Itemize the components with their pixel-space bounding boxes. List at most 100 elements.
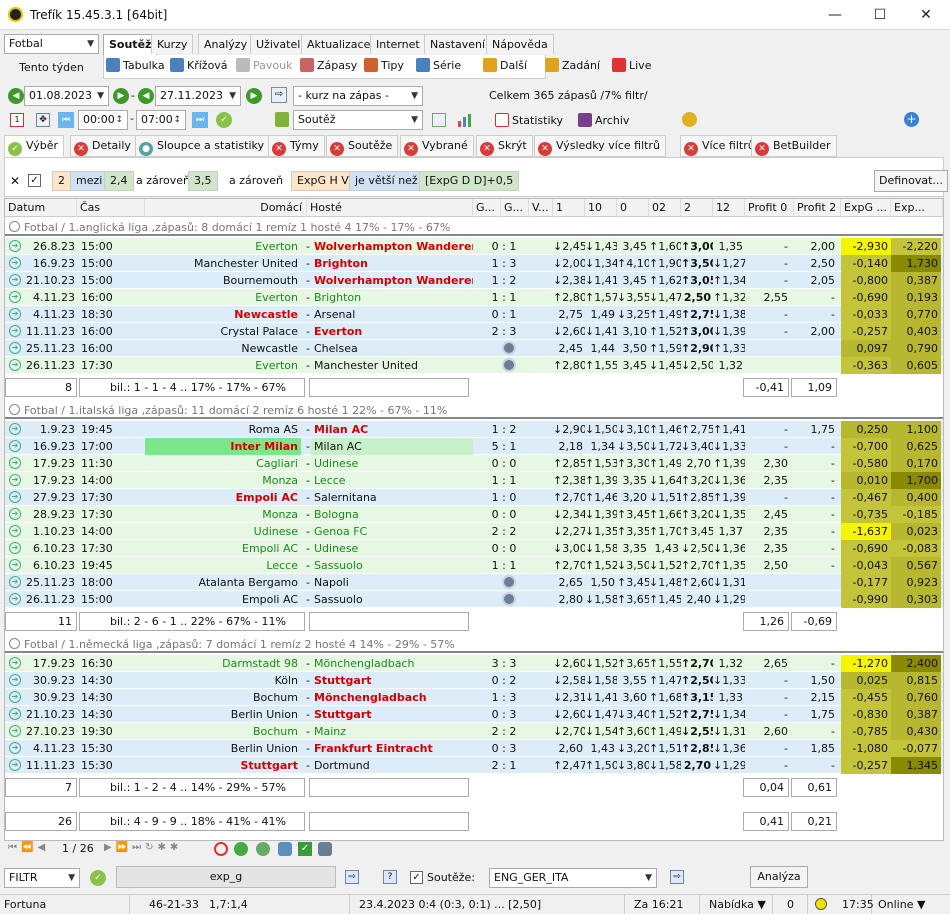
row-open-icon[interactable]: ➔ — [9, 559, 21, 571]
row-open-icon[interactable]: ➔ — [9, 342, 21, 354]
filter-value-i[interactable]: [ExpG D D]+0,5 — [419, 171, 520, 191]
filter-tab-6[interactable]: ✕ Skrýt — [476, 135, 533, 157]
column-header-13[interactable]: Profit 0 — [745, 199, 794, 217]
row-open-icon[interactable]: ➔ — [9, 457, 21, 469]
match-row[interactable]: ➔ 30.9.23 14:30 Bochum - Mönchengladbach 1 : 3… — [5, 689, 943, 706]
filter-tab-9[interactable]: ✕ BetBuilder — [751, 135, 837, 157]
filter-tab-0[interactable]: ✓ Výběr — [4, 135, 65, 157]
competitions-apply-icon[interactable]: ⇨ — [670, 870, 684, 884]
filter-select[interactable]: FILTR ▼ — [4, 868, 80, 888]
stop-icon[interactable] — [214, 842, 228, 856]
date-forward-icon[interactable]: ▶ — [113, 88, 129, 104]
row-open-icon[interactable]: ➔ — [9, 657, 21, 669]
toolbar-2-button[interactable]: Pavouk — [236, 57, 292, 75]
match-row[interactable]: ➔ 26.11.23 15:00 Empoli AC - Sassuolo 2,80 ↓1,5… — [5, 591, 943, 608]
match-row[interactable]: ➔ 4.11.23 18:30 Newcastle - Arsenal 0 : 1 2,75 1… — [5, 306, 943, 323]
move-icon[interactable]: ✥ — [36, 113, 50, 127]
clear-filter-icon[interactable]: ✕ — [10, 174, 20, 188]
confirm-icon[interactable]: ✓ — [216, 112, 232, 128]
filter-name-field[interactable]: exp_g — [116, 866, 336, 888]
date-back-icon[interactable]: ◀ — [8, 88, 24, 104]
date-to-forward-icon[interactable]: ▶ — [246, 88, 262, 104]
tab-7[interactable]: Nápověda — [486, 34, 554, 54]
column-header-2[interactable]: Domácí — [145, 199, 307, 217]
time-to-input[interactable]: 07:00 ↕ — [136, 110, 186, 130]
column-header-12[interactable]: 12 — [713, 199, 745, 217]
match-row[interactable]: ➔ 17.9.23 11:30 Cagliari - Udinese 0 : 0 ↑2,85 ↑… — [5, 455, 943, 472]
filter-tab-4[interactable]: ✕ Soutěže — [326, 135, 399, 157]
tab-6[interactable]: Nastavení — [424, 34, 492, 54]
live-camera-icon[interactable] — [502, 592, 516, 606]
column-header-1[interactable]: Čas — [77, 199, 145, 217]
match-row[interactable]: ➔ 25.11.23 18:00 Atalanta Bergamo - Napoli 2,6… — [5, 574, 943, 591]
column-header-16[interactable]: Exp... — [891, 199, 943, 217]
bar-chart-icon[interactable] — [457, 112, 473, 128]
match-row[interactable]: ➔ 16.9.23 17:00 Inter Milan - Milan AC 5 : 1 2,… — [5, 438, 943, 455]
check-icon[interactable]: ✓ — [298, 842, 312, 856]
column-header-6[interactable]: V... — [529, 199, 553, 217]
toolbar-5-button[interactable]: Série — [416, 57, 461, 75]
tab-3[interactable]: Uživatel — [250, 34, 307, 54]
apply-date-icon[interactable]: ⇨ — [271, 87, 287, 103]
match-row[interactable]: ➔ 1.9.23 19:45 Roma AS - Milan AC 1 : 2 ↓2,90 ↓1… — [5, 421, 943, 438]
tab-5[interactable]: Internet — [370, 34, 426, 54]
row-open-icon[interactable]: ➔ — [9, 525, 21, 537]
close-button[interactable]: ✕ — [903, 0, 949, 30]
toolbar-8-button[interactable]: Live — [612, 57, 651, 75]
online-toggle[interactable]: Online ▼ — [874, 895, 944, 914]
filter-tab-5[interactable]: ✕ Vybrané — [400, 135, 474, 157]
date-to-input[interactable]: 27.11.2023 ▼ — [155, 86, 241, 106]
filter-field-expg[interactable]: ExpG H V — [291, 171, 355, 191]
match-row[interactable]: ➔ 21.10.23 15:00 Bournemouth - Wolverhampton … — [5, 272, 943, 289]
row-open-icon[interactable]: ➔ — [9, 359, 21, 371]
money-icon[interactable] — [682, 112, 697, 127]
row-open-icon[interactable]: ➔ — [9, 240, 21, 252]
filter-apply-icon[interactable]: ✓ — [90, 870, 106, 886]
competition-select[interactable]: Soutěž ▼ — [293, 110, 423, 130]
group-header-1[interactable]: Fotbal / 1.italská liga ,zápasů: 11 domá… — [5, 402, 943, 419]
match-row[interactable]: ➔ 26.11.23 17:30 Everton - Manchester United ↑… — [5, 357, 943, 374]
filter-tab-7[interactable]: ✕ Výsledky více filtrů — [534, 135, 666, 157]
toolbar-4-button[interactable]: Tipy — [364, 57, 404, 75]
refresh-icon[interactable] — [234, 842, 248, 856]
date-to-back-icon[interactable]: ◀ — [138, 88, 154, 104]
analyze-button[interactable]: Analýza — [750, 866, 808, 888]
row-open-icon[interactable]: ➔ — [9, 508, 21, 520]
group-header-2[interactable]: Fotbal / 1.německá liga ,zápasů: 7 domác… — [5, 636, 943, 653]
match-row[interactable]: ➔ 6.10.23 19:45 Lecce - Sassuolo 1 : 1 ↑2,70 ↑1,… — [5, 557, 943, 574]
match-row[interactable]: ➔ 27.10.23 19:30 Bochum - Mainz 2 : 2 ↓2,70 ↓1,5… — [5, 723, 943, 740]
tab-0[interactable]: Soutěž — [103, 34, 158, 56]
filter-load-icon[interactable]: ⇨ — [345, 870, 359, 884]
match-row[interactable]: ➔ 25.11.23 16:00 Newcastle - Chelsea 2,45 1,44 3… — [5, 340, 943, 357]
row-open-icon[interactable]: ➔ — [9, 691, 21, 703]
define-button[interactable]: Definovat... — [874, 170, 948, 192]
minimize-button[interactable]: — — [812, 0, 858, 30]
column-header-15[interactable]: ExpG ... — [841, 199, 891, 217]
filter-op-greater[interactable]: je větší než — [349, 171, 424, 191]
row-open-icon[interactable]: ➔ — [9, 491, 21, 503]
toolbar-6-button[interactable]: Další — [483, 57, 527, 75]
pager-next-last-icons[interactable]: ▶⏩⏭↻✱✱ — [104, 842, 182, 853]
column-header-11[interactable]: 2 — [681, 199, 713, 217]
add-icon[interactable]: + — [904, 112, 919, 127]
row-open-icon[interactable]: ➔ — [9, 742, 21, 754]
row-open-icon[interactable]: ➔ — [9, 308, 21, 320]
filter-tab-1[interactable]: ✕ Detaily — [70, 135, 137, 157]
group-collapse-icon[interactable] — [9, 638, 20, 649]
row-open-icon[interactable]: ➔ — [9, 593, 21, 605]
match-row[interactable]: ➔ 28.9.23 17:30 Monza - Bologna 0 : 0 ↓2,34 ↓1,3… — [5, 506, 943, 523]
row-open-icon[interactable]: ➔ — [9, 274, 21, 286]
column-header-9[interactable]: 0 — [617, 199, 649, 217]
match-row[interactable]: ➔ 17.9.23 16:30 Darmstadt 98 - Mönchengladbac… — [5, 655, 943, 672]
period-label[interactable]: Tento týden — [4, 58, 99, 78]
pager-first-prev-icons[interactable]: ⏮⏪◀ — [8, 842, 49, 853]
live-camera-icon[interactable] — [502, 575, 516, 589]
last-day-icon[interactable]: ⏭ — [192, 112, 208, 128]
row-open-icon[interactable]: ➔ — [9, 759, 21, 771]
toolbar-3-button[interactable]: Zápasy — [300, 57, 357, 75]
live-camera-icon[interactable] — [502, 358, 516, 372]
settings-icon[interactable] — [278, 842, 292, 856]
row-open-icon[interactable]: ➔ — [9, 542, 21, 554]
competition-icon[interactable] — [275, 112, 289, 127]
filter-value-c[interactable]: 2,4 — [104, 171, 134, 191]
